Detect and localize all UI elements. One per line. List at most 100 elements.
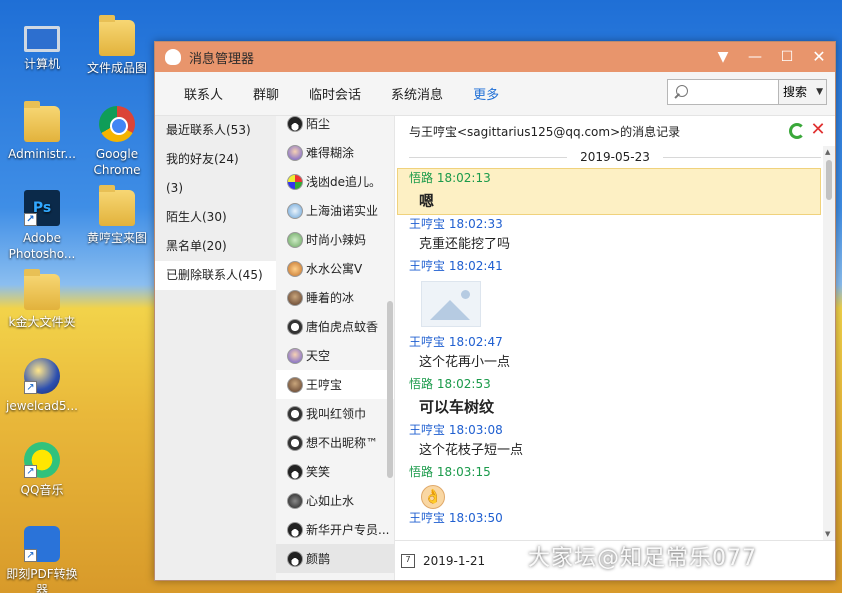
desktop-icon-qq-music[interactable]: ↗ QQ音乐 [2,442,82,498]
contact-item[interactable]: 心如止水 [276,486,394,515]
contact-name: 浅凼de追儿。 [306,175,382,189]
message-item[interactable]: 王哼宝 18:02:41 [395,257,823,327]
scroll-up-icon[interactable]: ▲ [825,148,830,156]
message-text: 这个花再小一点 [419,355,511,370]
category-strangers[interactable]: 陌生人(30) [155,203,276,232]
message-meta: 王哼宝 18:03:08 [409,421,823,439]
message-item[interactable]: 王哼宝 18:02:47 这个花再小一点 [395,333,823,375]
date-filter-value[interactable]: 2019-1-21 [423,554,485,568]
search-input[interactable] [694,80,778,104]
avatar [287,347,303,364]
desktop-icon-folder-k[interactable]: k金大文件夹 [2,269,82,330]
contact-item[interactable]: 难得糊涂 [276,138,394,167]
contact-item-selected[interactable]: 王哼宝 [276,370,394,399]
contact-item[interactable]: 上海油诺实业 [276,196,394,225]
message-item[interactable]: 王哼宝 18:03:50 [395,509,823,527]
message-item[interactable]: 悟路 18:02:53 可以车树纹 [395,375,823,421]
message-item[interactable]: 王哼宝 18:03:08 这个花枝子短一点 [395,421,823,463]
category-unnamed[interactable]: (3) [155,174,276,203]
contact-name: 我叫红领巾 [306,407,367,421]
tab-group-chat[interactable]: 群聊 [253,84,279,103]
shortcut-arrow-icon: ↗ [24,381,37,394]
contact-name: 心如止水 [306,494,355,508]
desktop-icon-folder-huang[interactable]: 黄哼宝来图 [77,185,157,246]
contact-list: 陌尘 难得糊涂 浅凼de追儿。 上海油诺实业 时尚小辣妈 水水公寓V 睡着的冰 … [276,116,395,580]
avatar [287,550,303,567]
message-item[interactable]: 王哼宝 18:02:33 克重还能挖了吗 [395,215,823,257]
desktop-icon-label: Adobe Photosho... [8,231,76,261]
title-bar[interactable]: 消息管理器 ▼ — ☐ ✕ [155,42,835,72]
contact-item[interactable]: 陌尘 [276,116,394,138]
qq-penguin-icon [165,49,181,65]
message-sender: 悟路 [409,171,434,185]
desktop-icon-label: jewelcad5... [6,399,78,413]
message-meta: 王哼宝 18:02:47 [409,333,823,351]
contact-name: 笑笑 [306,465,331,479]
message-sender: 悟路 [409,465,434,479]
tab-contacts[interactable]: 联系人 [184,84,223,103]
scroll-down-icon[interactable]: ▼ [825,530,830,538]
message-item[interactable]: 悟路 18:03:15 👌 [395,463,823,509]
avatar [287,173,303,190]
message-item[interactable]: 悟路 18:02:13 嗯 [397,168,821,215]
category-friends[interactable]: 我的好友(24) [155,145,276,174]
minimize-button[interactable]: — [739,42,771,72]
contact-item[interactable]: 水水公寓V [276,254,394,283]
message-meta: 悟路 18:03:15 [409,463,823,481]
contact-name: 睡着的冰 [306,291,355,305]
chat-scrollbar[interactable]: ▲ ▼ [823,146,835,540]
message-sender: 悟路 [409,377,434,391]
contact-item[interactable]: 笑笑 [276,457,394,486]
dropdown-button[interactable]: ▼ [707,42,739,72]
shortcut-arrow-icon: ↗ [24,465,37,478]
contact-item[interactable]: 浅凼de追儿。 [276,167,394,196]
contact-item[interactable]: 唐伯虎点蚊香 [276,312,394,341]
avatar [287,521,303,538]
close-button[interactable]: ✕ [803,42,835,72]
desktop-icon-pdf-converter[interactable]: ↗ 即刻PDF转换器 [2,526,82,593]
avatar [287,289,303,306]
message-time: 18:02:33 [448,217,503,231]
message-sender: 王哼宝 [409,423,446,437]
desktop-icon-label: Administr... [8,147,76,161]
delete-icon[interactable]: ✕ [809,120,827,140]
calendar-icon[interactable]: 7 [401,553,415,568]
watermark: 大家坛@知足常乐077 [528,546,757,571]
image-placeholder-icon[interactable] [421,281,481,327]
scrollbar-thumb[interactable] [826,160,832,200]
maximize-button[interactable]: ☐ [771,42,803,72]
desktop-icon-administrator[interactable]: Administr... [2,101,82,162]
category-recent[interactable]: 最近联系人(53) [155,116,276,145]
contact-item[interactable]: 天空 [276,341,394,370]
contact-item[interactable]: 睡着的冰 [276,283,394,312]
desktop-icon-chrome[interactable]: Google Chrome [77,106,157,178]
refresh-icon[interactable] [789,123,805,139]
message-meta: 悟路 18:02:53 [409,375,823,393]
tab-temp-session[interactable]: 临时会话 [309,84,361,103]
search-button[interactable]: 搜索 [778,80,826,104]
desktop-icon-computer[interactable]: 计算机 [2,20,82,72]
category-blacklist[interactable]: 黑名单(20) [155,232,276,261]
desktop-icon-photoshop[interactable]: Ps ↗ Adobe Photosho... [2,190,82,262]
contact-name: 唐伯虎点蚊香 [306,320,379,334]
avatar [287,144,303,161]
category-deleted[interactable]: 已删除联系人(45) [155,261,276,290]
desktop-icon-jewelcad[interactable]: ↗ jewelcad5... [2,358,82,414]
contact-item[interactable]: 新华开户专员... [276,515,394,544]
message-time: 18:03:08 [448,423,503,437]
message-meta: 王哼宝 18:03:50 [409,509,823,527]
contact-item[interactable]: 想不出昵称™ [276,428,394,457]
contact-item[interactable]: 时尚小辣妈 [276,225,394,254]
desktop-icon-label: QQ音乐 [20,483,64,497]
contact-item[interactable]: 颜鹊 [276,544,394,573]
tab-more[interactable]: 更多 [473,84,499,103]
avatar [287,116,303,132]
message-sender: 王哼宝 [409,335,446,349]
contact-item[interactable]: 我叫红领巾 [276,399,394,428]
desktop-icon-folder-products[interactable]: 文件成品图 [77,15,157,76]
window-title: 消息管理器 [189,51,255,67]
tab-system-messages[interactable]: 系统消息 [391,84,443,103]
search-icon [668,80,694,104]
contact-list-scrollbar[interactable] [387,301,393,478]
message-sender: 王哼宝 [409,217,446,231]
